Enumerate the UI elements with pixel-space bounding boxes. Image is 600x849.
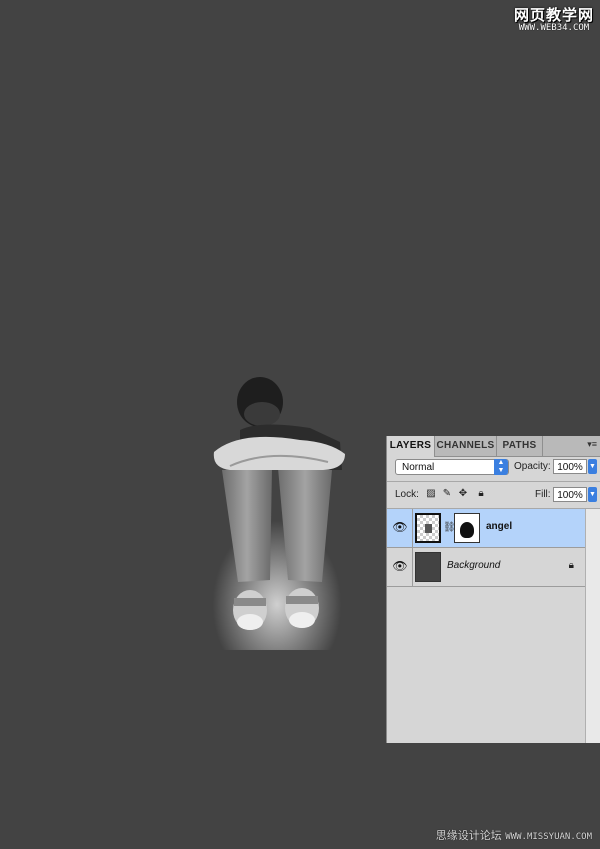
watermark-bottom-url: WWW.MISSYUAN.COM bbox=[505, 832, 592, 842]
panel-menu-icon[interactable]: ▾≡ bbox=[587, 439, 597, 450]
blend-mode-value: Normal bbox=[402, 462, 435, 473]
fill-field[interactable]: 100% bbox=[553, 487, 587, 502]
layer-thumbnail bbox=[415, 552, 441, 582]
tab-paths[interactable]: PATHS bbox=[497, 436, 543, 456]
opacity-label: Opacity: bbox=[514, 461, 551, 472]
layer-row-background[interactable]: 👁︎ Background 🔒︎ bbox=[387, 548, 586, 587]
layer-thumbnail bbox=[415, 513, 441, 543]
lock-all-icon[interactable]: 🔒︎ bbox=[475, 488, 487, 500]
layer-mask-thumbnail[interactable] bbox=[454, 513, 480, 543]
watermark-top-url: WWW.WEB34.COM bbox=[518, 23, 590, 33]
fill-dropdown-icon[interactable]: ▼ bbox=[588, 487, 597, 502]
eye-icon[interactable]: 👁︎ bbox=[392, 559, 408, 573]
updown-arrows-icon: ▲ ▼ bbox=[494, 459, 508, 475]
lock-label: Lock: bbox=[395, 489, 419, 500]
divider bbox=[387, 481, 600, 482]
lock-transparent-icon[interactable]: ▨ bbox=[425, 488, 437, 500]
layer-row-angel[interactable]: 👁︎ ⛓︎ angel bbox=[387, 509, 586, 548]
lock-brush-icon[interactable]: ✎ bbox=[441, 488, 453, 500]
tab-layers[interactable]: LAYERS bbox=[387, 436, 435, 457]
fill-label: Fill: bbox=[535, 489, 551, 500]
layers-list: 👁︎ ⛓︎ angel 👁︎ Background 🔒︎ bbox=[387, 509, 586, 587]
divider bbox=[412, 509, 413, 547]
eye-icon[interactable]: 👁︎ bbox=[392, 520, 408, 534]
canvas-photo-boy bbox=[200, 370, 365, 650]
opacity-dropdown-icon[interactable]: ▼ bbox=[588, 459, 597, 474]
watermark-top: 网页教学网 WWW.WEB34.COM bbox=[514, 4, 594, 33]
blend-opacity-row: Normal ▲ ▼ Opacity: 100% ▼ bbox=[395, 459, 597, 479]
tab-channels[interactable]: CHANNELS bbox=[435, 436, 497, 456]
watermark-bottom-cn: 思缘设计论坛 bbox=[435, 829, 502, 842]
blend-mode-select[interactable]: Normal ▲ ▼ bbox=[395, 459, 509, 475]
watermark-bottom: 思缘设计论坛 WWW.MISSYUAN.COM bbox=[436, 827, 592, 843]
lock-row: Lock: ▨ ✎ ✥ 🔒︎ Fill: 100% ▼ bbox=[395, 487, 597, 503]
lock-icon: 🔒︎ bbox=[568, 560, 574, 571]
panel-scrollbar[interactable] bbox=[585, 509, 600, 743]
opacity-field[interactable]: 100% bbox=[553, 459, 587, 474]
boy-silhouette bbox=[213, 377, 345, 630]
layers-panel: LAYERS CHANNELS PATHS ▾≡ Normal ▲ ▼ Opaci… bbox=[386, 436, 600, 743]
panel-tabs: LAYERS CHANNELS PATHS ▾≡ bbox=[387, 436, 600, 457]
layer-name: angel bbox=[486, 521, 513, 532]
watermark-top-cn: 网页教学网 bbox=[513, 6, 594, 24]
layer-name: Background bbox=[447, 560, 501, 571]
divider bbox=[412, 548, 413, 586]
lock-move-icon[interactable]: ✥ bbox=[457, 488, 469, 500]
